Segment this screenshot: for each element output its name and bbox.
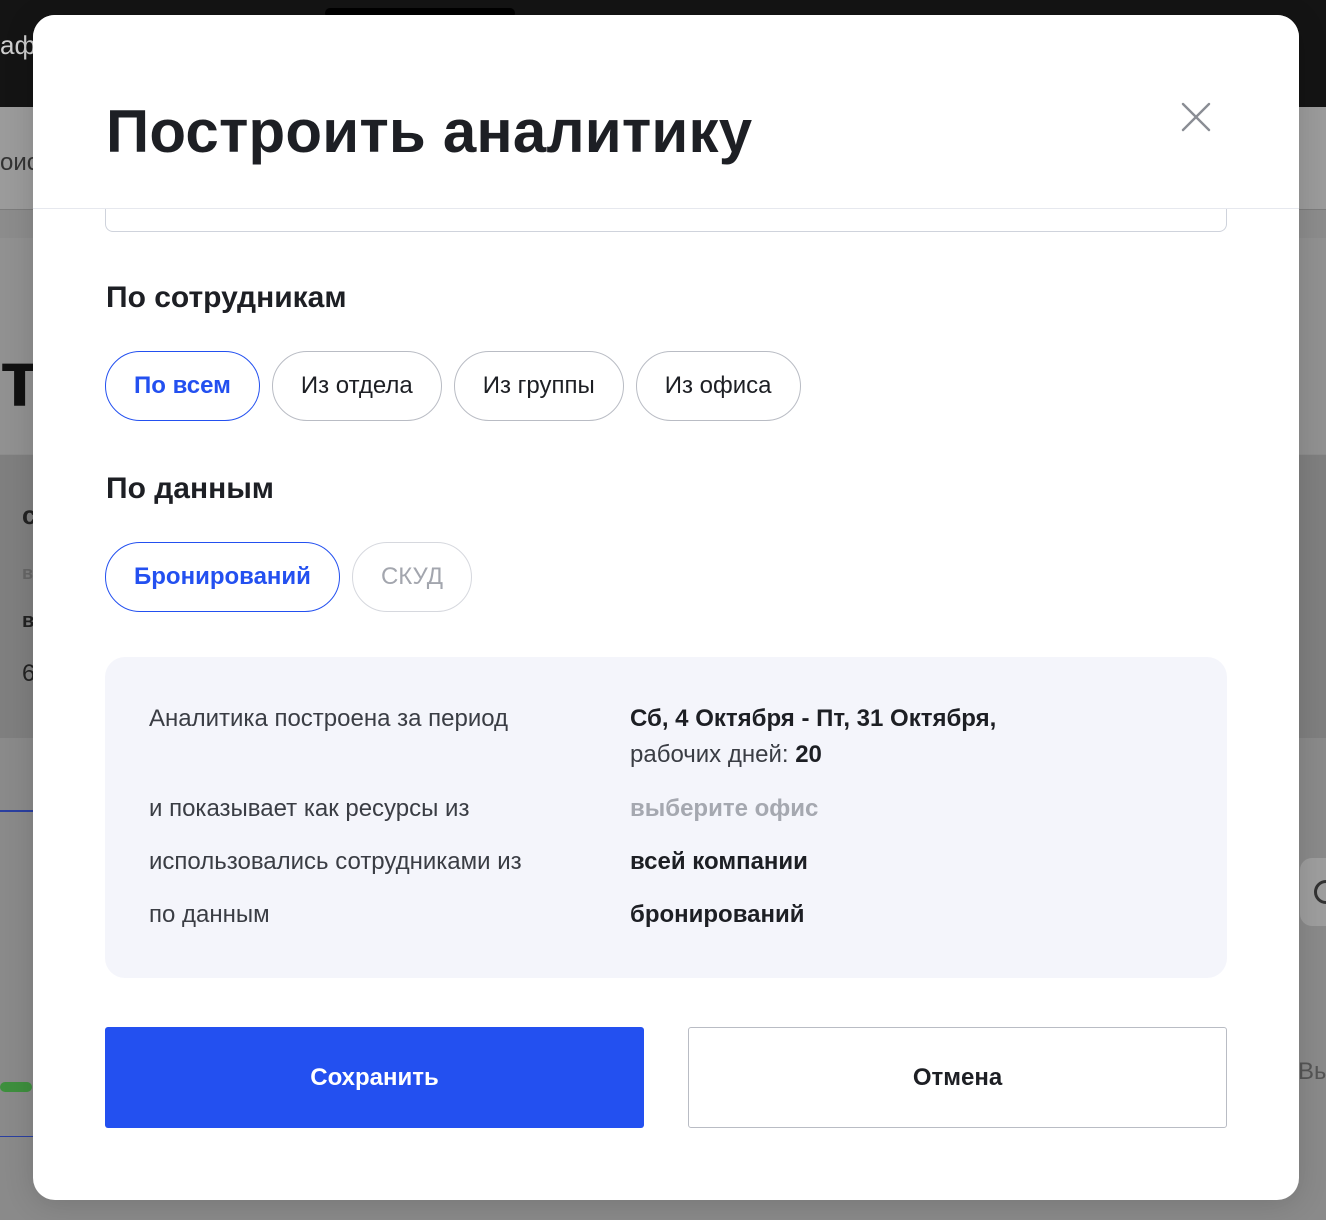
- summary-source-label: по данным: [149, 901, 270, 928]
- summary-employees-value: всей компании: [630, 848, 808, 875]
- data-source-option-access-control: СКУД: [351, 542, 472, 612]
- modal-title: Построить аналитику: [106, 98, 753, 165]
- employees-filter-group: По всем Из отдела Из группы Из офиса: [105, 351, 801, 421]
- employees-section-title: По сотрудникам: [106, 281, 347, 314]
- analytics-summary: Аналитика построена за период Сб, 4 Октя…: [105, 657, 1227, 978]
- employees-option-department[interactable]: Из отдела: [271, 351, 442, 421]
- summary-workdays-value: 20: [795, 741, 822, 768]
- close-button[interactable]: [1178, 99, 1214, 135]
- employees-option-all[interactable]: По всем: [105, 351, 260, 421]
- cancel-button[interactable]: Отмена: [688, 1027, 1227, 1128]
- save-button[interactable]: Сохранить: [105, 1027, 644, 1128]
- data-source-filter-group: Бронирований СКУД: [105, 542, 472, 612]
- build-analytics-modal: Построить аналитику По сотрудникам По вс…: [33, 15, 1299, 1200]
- data-source-option-bookings[interactable]: Бронирований: [105, 542, 340, 612]
- close-icon: [1181, 102, 1211, 132]
- background-progress-bar: [0, 1082, 32, 1092]
- background-circle-icon: [1314, 880, 1326, 904]
- background-round-button: [1300, 858, 1326, 926]
- background-tab-underline: [0, 810, 34, 812]
- background-divider: [0, 1136, 34, 1137]
- summary-workdays: рабочих дней: 20: [630, 741, 822, 769]
- background-right-text: Вы: [1298, 1058, 1326, 1085]
- employees-option-office[interactable]: Из офиса: [635, 351, 801, 421]
- modal-header: Построить аналитику: [33, 15, 1299, 209]
- summary-employees-label: использовались сотрудниками из: [149, 848, 522, 875]
- summary-period-label: Аналитика построена за период: [149, 705, 509, 732]
- summary-resources-value: выберите офис: [630, 795, 819, 822]
- background-card-line: в: [22, 563, 34, 583]
- data-source-section-title: По данным: [106, 472, 275, 505]
- summary-resources-label: и показывает как ресурсы из: [149, 795, 470, 822]
- summary-workdays-label: рабочих дней:: [630, 741, 789, 768]
- employees-option-group[interactable]: Из группы: [453, 351, 624, 421]
- summary-period-value: Сб, 4 Октября - Пт, 31 Октября,: [630, 705, 997, 732]
- summary-source-value: бронирований: [630, 901, 805, 928]
